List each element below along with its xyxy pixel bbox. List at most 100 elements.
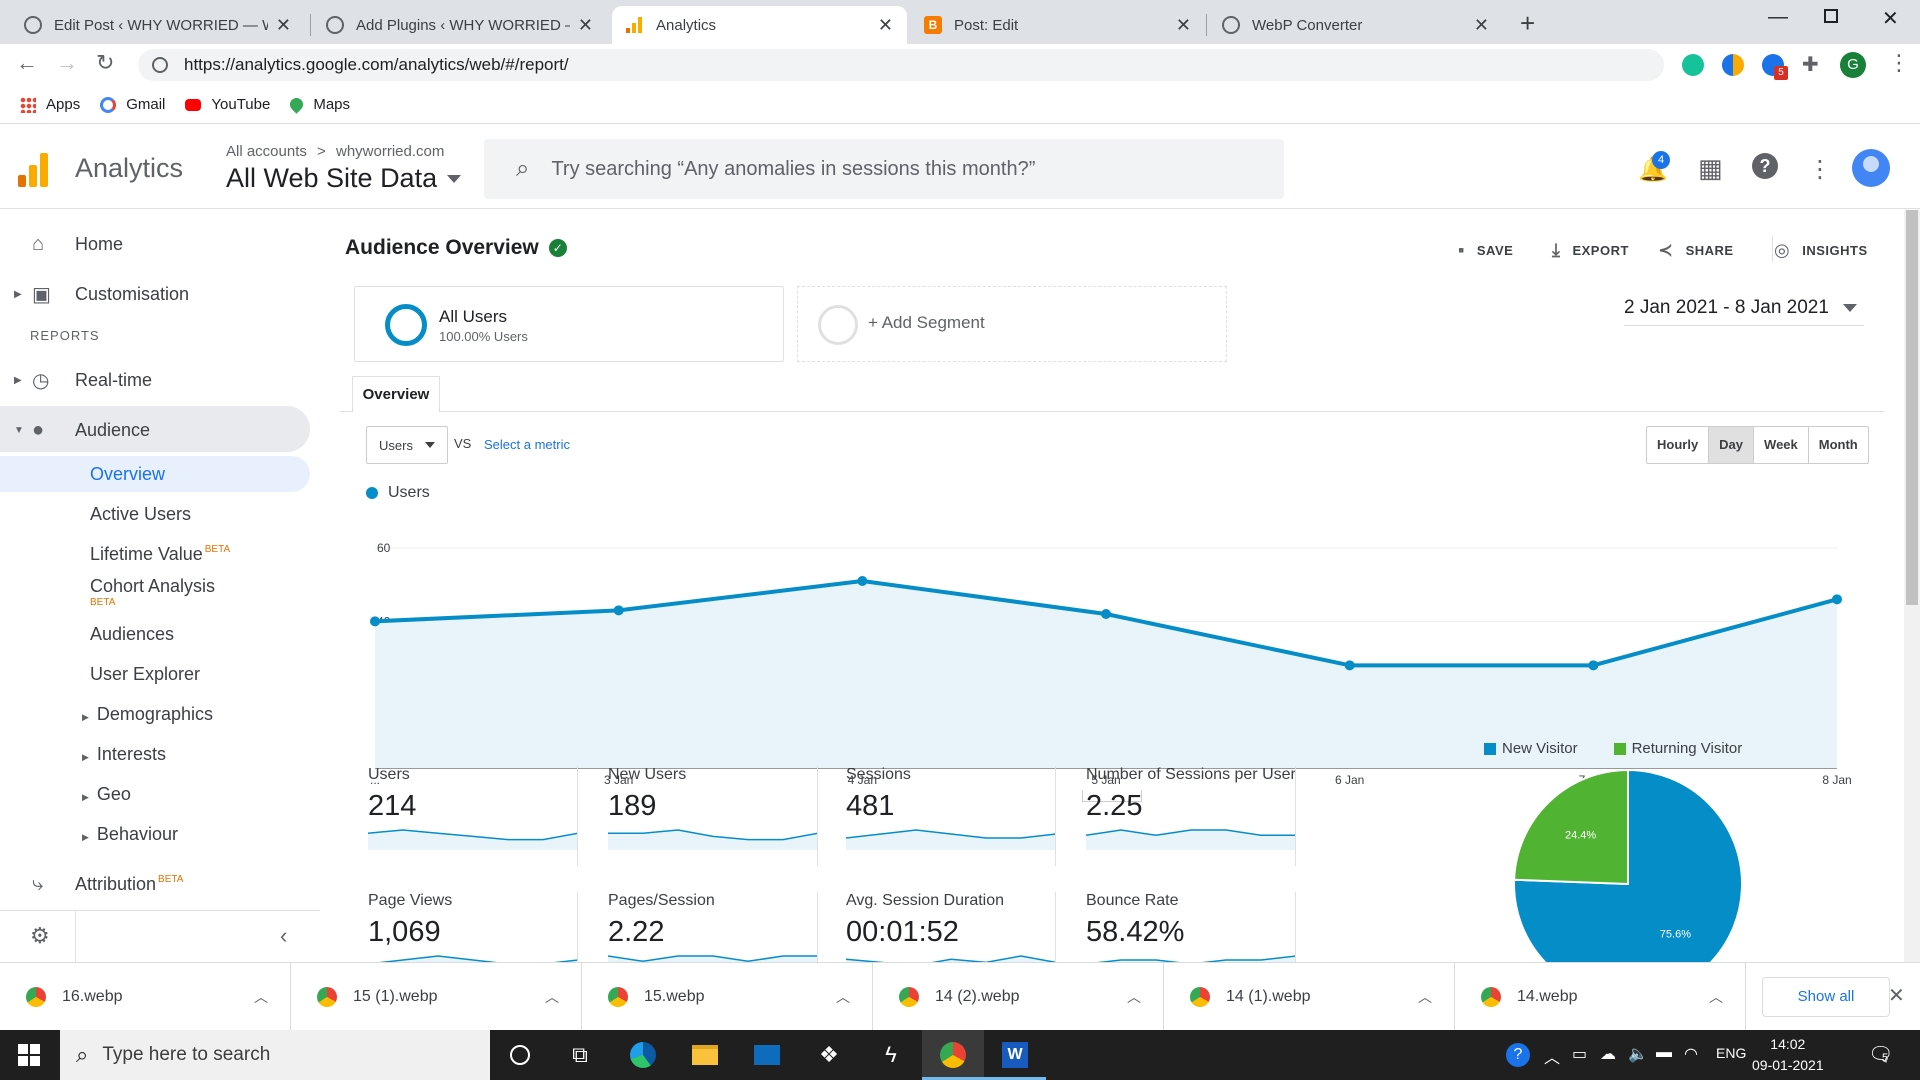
download-item[interactable]: 16.webp ︿ — [0, 963, 291, 1031]
sidebar-subitem-demographics[interactable]: ▶ Demographics — [82, 704, 213, 725]
visitor-pie-chart[interactable]: 75.6% 24.4% — [1508, 766, 1888, 962]
month-button[interactable]: Month — [1807, 427, 1868, 463]
device-tray-icon[interactable]: ▭ — [1572, 1044, 1587, 1064]
metric-card[interactable]: Users 214 — [366, 766, 578, 866]
taskbar-clock[interactable]: 14:02 09-01-2021 — [1752, 1034, 1824, 1076]
battery-tray-icon[interactable]: ▬ — [1656, 1044, 1672, 1062]
sidebar-item-home[interactable]: ⌂ Home — [0, 224, 320, 264]
scrollbar-thumb[interactable] — [1906, 210, 1918, 605]
analytics-search-input[interactable]: ⌕ Try searching “Any anomalies in sessio… — [484, 139, 1284, 199]
language-indicator[interactable]: ENG — [1716, 1045, 1746, 1061]
download-item[interactable]: 14 (1).webp ︿ — [1164, 963, 1455, 1031]
sidebar-subitem-lifetime-value[interactable]: Lifetime Value BETA — [90, 544, 230, 565]
edge-icon[interactable] — [626, 1038, 660, 1072]
metric-card[interactable]: New Users 189 — [606, 766, 818, 866]
chevron-up-tray-icon[interactable]: ︿ — [1544, 1044, 1560, 1068]
close-tab-icon[interactable]: ✕ — [276, 15, 291, 36]
share-button[interactable]: ≺ SHARE — [1658, 240, 1734, 261]
chevron-up-icon[interactable]: ︿ — [254, 987, 268, 1007]
tab-overview[interactable]: Overview — [352, 376, 440, 413]
download-item[interactable]: 15 (1).webp ︿ — [291, 963, 582, 1031]
browser-tab-post-edit[interactable]: B Post: Edit ✕ — [910, 6, 1205, 44]
word-icon[interactable]: W — [998, 1038, 1032, 1072]
download-item[interactable]: 14 (2).webp ︿ — [873, 963, 1164, 1031]
week-button[interactable]: Week — [1753, 427, 1808, 463]
day-button[interactable]: Day — [1708, 427, 1754, 463]
new-tab-plus-icon[interactable]: + — [1520, 8, 1535, 39]
close-downloads-icon[interactable]: ✕ — [1888, 983, 1905, 1008]
close-tab-icon[interactable]: ✕ — [1474, 15, 1489, 36]
hourly-button[interactable]: Hourly — [1647, 427, 1708, 463]
sidebar-subitem-behaviour[interactable]: ▶ Behaviour — [82, 824, 178, 845]
add-segment-button[interactable]: + Add Segment — [797, 286, 1227, 362]
sidebar-subitem-user-explorer[interactable]: User Explorer — [90, 664, 200, 685]
browser-tab-analytics[interactable]: Analytics ✕ — [612, 6, 907, 44]
puzzle-extensions-icon[interactable]: ✚ — [1802, 52, 1819, 77]
help-tray-icon[interactable]: ? — [1506, 1043, 1530, 1067]
browser-menu-icon[interactable]: ⋮ — [1888, 50, 1910, 76]
chevron-up-icon[interactable]: ︿ — [1709, 987, 1723, 1007]
account-breadcrumb[interactable]: All accounts > whyworried.com — [226, 143, 444, 160]
close-tab-icon[interactable]: ✕ — [578, 15, 593, 36]
browser-tab-webp-converter[interactable]: WebP Converter ✕ — [1208, 6, 1503, 44]
show-all-downloads-button[interactable]: Show all — [1762, 977, 1890, 1017]
cloud-tray-icon[interactable]: ☁ — [1600, 1044, 1616, 1064]
metric-card[interactable]: Sessions 481 — [844, 766, 1056, 866]
windows-start-icon[interactable] — [18, 1044, 40, 1066]
bookmark-gmail[interactable]: Gmail — [100, 96, 165, 113]
select-metric-link[interactable]: Select a metric — [484, 437, 570, 452]
chevron-up-icon[interactable]: ︿ — [1127, 987, 1141, 1007]
apps-grid-icon[interactable]: ▦ — [1698, 153, 1723, 184]
bookmark-youtube[interactable]: YouTube — [185, 96, 270, 113]
back-icon[interactable]: ← — [16, 50, 38, 76]
metric-selector[interactable]: Users — [366, 426, 448, 464]
help-icon[interactable]: ? — [1752, 153, 1778, 179]
sidebar-subitem-geo[interactable]: ▶ Geo — [82, 784, 131, 805]
cortana-icon[interactable] — [503, 1038, 537, 1072]
color-extension-icon[interactable] — [1722, 54, 1744, 76]
notification-center-icon[interactable]: 🗨 — [1868, 1042, 1893, 1067]
browser-tab-edit-post[interactable]: Edit Post ‹ WHY WORRIED — Wo ✕ — [10, 6, 305, 44]
date-range-picker[interactable]: 2 Jan 2021 - 8 Jan 2021 — [1624, 290, 1864, 326]
volume-tray-icon[interactable]: 🔈 — [1628, 1044, 1648, 1064]
save-button[interactable]: ▪ SAVE — [1458, 240, 1513, 261]
sidebar-item-audience[interactable]: ▼ ● Audience — [0, 410, 320, 450]
task-view-icon[interactable]: ⧉ — [563, 1038, 597, 1072]
more-vert-icon[interactable]: ⋮ — [1808, 155, 1832, 184]
app-bolt-icon[interactable]: ϟ — [874, 1038, 908, 1072]
site-info-icon[interactable] — [152, 57, 168, 73]
mail-icon[interactable] — [750, 1038, 784, 1072]
sidebar-subitem-active-users[interactable]: Active Users — [90, 504, 191, 525]
analytics-logo-icon[interactable] — [18, 153, 48, 187]
download-item[interactable]: 15.webp ︿ — [582, 963, 873, 1031]
insights-button[interactable]: ◎ INSIGHTS — [1774, 240, 1868, 261]
forward-icon[interactable]: → — [56, 50, 78, 76]
dropbox-icon[interactable]: ❖ — [812, 1038, 846, 1072]
reload-icon[interactable]: ↻ — [96, 50, 114, 76]
sidebar-item-attribution[interactable]: ⤷ Attribution BETA — [0, 864, 320, 904]
address-bar[interactable]: https://analytics.google.com/analytics/w… — [138, 49, 1664, 81]
settings-gear-icon[interactable]: ⚙ — [30, 923, 50, 949]
sidebar-subitem-overview[interactable]: Overview — [90, 464, 165, 485]
bookmark-apps[interactable]: Apps — [20, 96, 80, 113]
file-explorer-icon[interactable] — [688, 1038, 722, 1072]
collapse-sidebar-icon[interactable]: ‹ — [280, 923, 287, 949]
chevron-up-icon[interactable]: ︿ — [1418, 987, 1432, 1007]
metric-card[interactable]: Number of Sessions per User 2.25 — [1084, 766, 1296, 866]
sidebar-item-customisation[interactable]: ▶ ▣ Customisation — [0, 274, 320, 314]
sidebar-subitem-interests[interactable]: ▶ Interests — [82, 744, 166, 765]
account-avatar[interactable] — [1852, 149, 1890, 187]
wifi-tray-icon[interactable]: ◠ — [1684, 1044, 1698, 1064]
chevron-up-icon[interactable]: ︿ — [545, 987, 559, 1007]
export-button[interactable]: ⤓ EXPORT — [1552, 240, 1629, 261]
chrome-icon[interactable] — [936, 1038, 970, 1072]
sidebar-subitem-audiences[interactable]: Audiences — [90, 624, 174, 645]
close-tab-icon[interactable]: ✕ — [1176, 15, 1191, 36]
view-selector[interactable]: All Web Site Data — [226, 163, 462, 194]
chevron-up-icon[interactable]: ︿ — [836, 987, 850, 1007]
browser-tab-add-plugins[interactable]: Add Plugins ‹ WHY WORRIED — ✕ — [312, 6, 607, 44]
grammarly-extension-icon[interactable] — [1682, 54, 1704, 76]
close-tab-icon[interactable]: ✕ — [878, 15, 893, 36]
close-window-icon[interactable]: ✕ — [1882, 6, 1899, 31]
maximize-icon[interactable] — [1824, 9, 1838, 23]
